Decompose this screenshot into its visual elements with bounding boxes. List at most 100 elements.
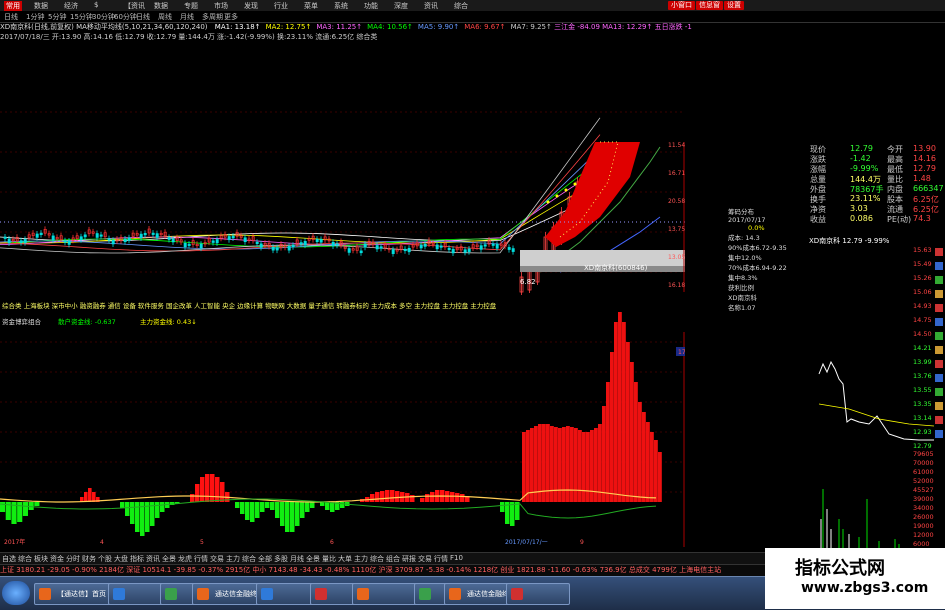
bottom-tab[interactable]: F10 xyxy=(450,554,463,562)
side-tool-icon[interactable] xyxy=(935,290,943,298)
fund-bar xyxy=(305,502,310,512)
fund-bar xyxy=(210,474,215,502)
bottom-tab[interactable]: 月线 xyxy=(290,554,304,564)
intraday-tick: 12.79 xyxy=(913,442,932,450)
menu-item[interactable]: 综合 xyxy=(454,1,468,11)
bottom-tab[interactable]: 自选 xyxy=(2,554,16,564)
side-tool-icon[interactable] xyxy=(935,430,943,438)
menu-item[interactable]: 资讯 xyxy=(424,1,438,11)
start-button[interactable] xyxy=(2,581,30,605)
date-tick: 6 xyxy=(330,539,334,546)
menu-item[interactable]: 菜单 xyxy=(304,1,318,11)
side-tool-icon[interactable] xyxy=(935,388,943,396)
bottom-tab[interactable]: 组合 xyxy=(386,554,400,564)
period-5[interactable]: 60分钟 xyxy=(114,12,137,22)
kline-chart[interactable]: 6.82 XD南京科(600846) 综合类 上海板块 深市中小 融资融券 通信… xyxy=(0,42,685,547)
top-right-button[interactable]: 信息窗 xyxy=(696,1,723,10)
app-icon xyxy=(419,588,431,600)
candle-body xyxy=(507,247,511,250)
fund-bar xyxy=(430,492,435,502)
menu-item[interactable]: 发现 xyxy=(244,1,258,11)
side-tool-icon[interactable] xyxy=(935,332,943,340)
side-tool-icon[interactable] xyxy=(935,402,943,410)
menu-item[interactable]: 深度 xyxy=(394,1,408,11)
menu-item[interactable]: $ xyxy=(94,1,98,9)
volume-tick: 12000 xyxy=(913,531,934,539)
bottom-tab[interactable]: 财务 xyxy=(82,554,96,564)
period-7[interactable]: 周线 xyxy=(158,12,172,22)
intraday-chart[interactable]: 15.63 15.49 15.26 15.06 14.93 14.75 14.50 14.21… xyxy=(809,244,945,549)
bottom-tab[interactable]: 资金 xyxy=(50,554,64,564)
candle-body xyxy=(199,243,203,249)
side-tool-icon[interactable] xyxy=(935,248,943,256)
period-9[interactable]: 多周期 xyxy=(202,12,223,22)
candle-body xyxy=(359,250,363,254)
period-10[interactable]: 更多 xyxy=(224,12,238,22)
side-tool-icon[interactable] xyxy=(935,262,943,270)
bottom-tab[interactable]: 主力 xyxy=(226,554,240,564)
bottom-tab[interactable]: 全景 xyxy=(162,554,176,564)
intraday-tick: 15.49 xyxy=(913,260,932,268)
menu-item[interactable]: 行业 xyxy=(274,1,288,11)
side-tool-icon[interactable] xyxy=(935,276,943,284)
side-tool-icon[interactable] xyxy=(935,304,943,312)
side-tool-icon[interactable] xyxy=(935,416,943,424)
period-0[interactable]: 日线 xyxy=(4,12,18,22)
fund-bar xyxy=(542,424,546,502)
top-right-button[interactable]: 小窗口 xyxy=(668,1,695,10)
price-tick: 13.75 xyxy=(668,226,685,233)
bottom-tab[interactable]: 量比 xyxy=(322,554,336,564)
side-tool-icon[interactable] xyxy=(935,374,943,382)
bottom-tab[interactable]: 全部 xyxy=(258,554,272,564)
menu-item[interactable]: 数据 xyxy=(154,1,168,11)
bottom-tab[interactable]: 大盘 xyxy=(114,554,128,564)
period-8[interactable]: 月线 xyxy=(180,12,194,22)
menu-item[interactable]: 【资讯 xyxy=(124,1,145,11)
period-6[interactable]: 日线 xyxy=(136,12,150,22)
period-2[interactable]: 5分钟 xyxy=(48,12,66,22)
bottom-tab[interactable]: 行情 xyxy=(434,554,448,564)
bottom-tab[interactable]: 综合 xyxy=(370,554,384,564)
fund-bar xyxy=(84,492,88,502)
period-4[interactable]: 30分钟 xyxy=(92,12,115,22)
taskbar-button[interactable] xyxy=(506,583,570,605)
period-1[interactable]: 1分钟 xyxy=(26,12,44,22)
bottom-tab[interactable]: 主力 xyxy=(354,554,368,564)
bottom-tab[interactable]: 综合 xyxy=(18,554,32,564)
candle-body xyxy=(483,244,487,247)
candle-body xyxy=(419,244,423,249)
bottom-tab[interactable]: 龙虎 xyxy=(178,554,192,564)
fund-bar xyxy=(17,502,23,522)
bottom-tab[interactable]: 综合 xyxy=(242,554,256,564)
bottom-tab[interactable]: 交易 xyxy=(210,554,224,564)
fund-bar xyxy=(570,427,574,502)
menu-item[interactable]: 经济 xyxy=(64,1,78,11)
menu-item[interactable]: 功能 xyxy=(364,1,378,11)
bottom-tab[interactable]: 个股 xyxy=(98,554,112,564)
bottom-tab[interactable]: 指标 xyxy=(130,554,144,564)
bottom-tab[interactable]: 多股 xyxy=(274,554,288,564)
fund-bar xyxy=(275,502,280,518)
fund-bar xyxy=(380,491,385,502)
app-icon xyxy=(113,588,125,600)
bottom-tab[interactable]: 研报 xyxy=(402,554,416,564)
bottom-tab[interactable]: 资讯 xyxy=(146,554,160,564)
menu-item[interactable]: 系统 xyxy=(334,1,348,11)
candle-body xyxy=(255,241,259,245)
price-tick: 11.54 xyxy=(668,142,685,149)
bottom-tab[interactable]: 行情 xyxy=(194,554,208,564)
side-tool-icon[interactable] xyxy=(935,360,943,368)
menu-item[interactable]: 专题 xyxy=(184,1,198,11)
bottom-tab[interactable]: 全景 xyxy=(306,554,320,564)
menu-item[interactable]: 常用 xyxy=(4,1,22,11)
bottom-tab[interactable]: 板块 xyxy=(34,554,48,564)
side-tool-icon[interactable] xyxy=(935,346,943,354)
bottom-tab[interactable]: 大单 xyxy=(338,554,352,564)
menu-item[interactable]: 数据 xyxy=(34,1,48,11)
period-3[interactable]: 15分钟 xyxy=(70,12,93,22)
menu-item[interactable]: 市场 xyxy=(214,1,228,11)
bottom-tab[interactable]: 交易 xyxy=(418,554,432,564)
bottom-tab[interactable]: 分时 xyxy=(66,554,80,564)
top-right-button[interactable]: 设置 xyxy=(724,1,744,10)
side-tool-icon[interactable] xyxy=(935,318,943,326)
